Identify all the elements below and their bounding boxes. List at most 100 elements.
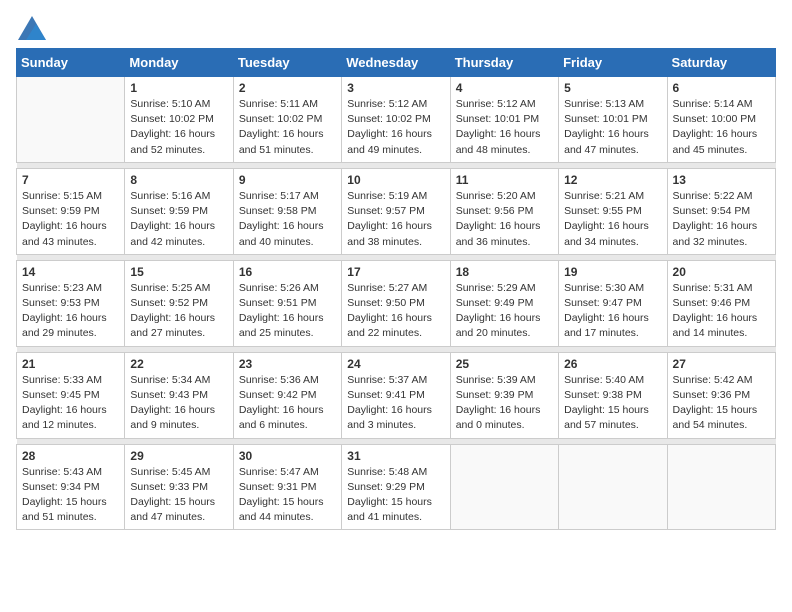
day-number: 23 [239,357,336,371]
day-number: 30 [239,449,336,463]
day-number: 1 [130,81,227,95]
day-cell: 12Sunrise: 5:21 AM Sunset: 9:55 PM Dayli… [559,168,667,254]
day-info: Sunrise: 5:40 AM Sunset: 9:38 PM Dayligh… [564,373,661,434]
day-cell: 23 Sunrise: 5:36 AM Sunset: 9:42 PM Dayli… [233,352,341,438]
day-number: 4 [456,81,553,95]
day-number: 27 [673,357,770,371]
day-cell: 3 Sunrise: 5:12 AM Sunset: 10:02 PM Dayli… [342,77,450,163]
day-number: 17 [347,265,444,279]
day-cell: 16 Sunrise: 5:26 AM Sunset: 9:51 PM Dayli… [233,260,341,346]
logo [16,16,46,40]
day-info: Sunrise: 5:42 AM Sunset: 9:36 PM Dayligh… [673,373,770,434]
day-cell: 20Sunrise: 5:31 AM Sunset: 9:46 PM Dayli… [667,260,775,346]
day-number: 9 [239,173,336,187]
day-number: 5 [564,81,661,95]
day-info: Sunrise: 5:25 AM Sunset: 9:52 PM Dayligh… [130,281,227,342]
day-number: 3 [347,81,444,95]
day-cell: 26 Sunrise: 5:40 AM Sunset: 9:38 PM Dayli… [559,352,667,438]
week-row-5: 28 Sunrise: 5:43 AM Sunset: 9:34 PM Dayli… [17,444,776,530]
day-cell: 4Sunrise: 5:12 AM Sunset: 10:01 PM Dayli… [450,77,558,163]
day-cell: 18 Sunrise: 5:29 AM Sunset: 9:49 PM Dayli… [450,260,558,346]
day-info: Sunrise: 5:17 AM Sunset: 9:58 PM Dayligh… [239,189,336,250]
day-number: 15 [130,265,227,279]
day-info: Sunrise: 5:27 AM Sunset: 9:50 PM Dayligh… [347,281,444,342]
day-cell: 13 Sunrise: 5:22 AM Sunset: 9:54 PM Dayli… [667,168,775,254]
day-info: Sunrise: 5:26 AM Sunset: 9:51 PM Dayligh… [239,281,336,342]
day-cell: 25 Sunrise: 5:39 AM Sunset: 9:39 PM Dayli… [450,352,558,438]
day-cell: 6 Sunrise: 5:14 AM Sunset: 10:00 PM Dayli… [667,77,775,163]
day-cell: 21 Sunrise: 5:33 AM Sunset: 9:45 PM Dayli… [17,352,125,438]
day-cell: 7 Sunrise: 5:15 AM Sunset: 9:59 PM Daylig… [17,168,125,254]
day-info: Sunrise: 5:37 AM Sunset: 9:41 PM Dayligh… [347,373,444,434]
day-number: 21 [22,357,119,371]
day-info: Sunrise: 5:16 AM Sunset: 9:59 PM Dayligh… [130,189,227,250]
day-cell: 1 Sunrise: 5:10 AM Sunset: 10:02 PM Dayli… [125,77,233,163]
day-cell: 24 Sunrise: 5:37 AM Sunset: 9:41 PM Dayli… [342,352,450,438]
header [16,16,776,40]
day-info: Sunrise: 5:39 AM Sunset: 9:39 PM Dayligh… [456,373,553,434]
day-number: 29 [130,449,227,463]
weekday-header-tuesday: Tuesday [233,49,341,77]
day-cell [450,444,558,530]
day-number: 26 [564,357,661,371]
day-number: 6 [673,81,770,95]
day-cell: 5 Sunrise: 5:13 AM Sunset: 10:01 PM Dayli… [559,77,667,163]
day-info: Sunrise: 5:12 AM Sunset: 10:02 PM Daylig… [347,97,444,158]
day-cell: 11Sunrise: 5:20 AM Sunset: 9:56 PM Dayli… [450,168,558,254]
day-cell: 28 Sunrise: 5:43 AM Sunset: 9:34 PM Dayli… [17,444,125,530]
day-number: 18 [456,265,553,279]
day-info: Sunrise: 5:15 AM Sunset: 9:59 PM Dayligh… [22,189,119,250]
day-info: Sunrise: 5:30 AM Sunset: 9:47 PM Dayligh… [564,281,661,342]
day-cell: 22 Sunrise: 5:34 AM Sunset: 9:43 PM Dayli… [125,352,233,438]
day-cell: 31 Sunrise: 5:48 AM Sunset: 9:29 PM Dayli… [342,444,450,530]
day-info: Sunrise: 5:13 AM Sunset: 10:01 PM Daylig… [564,97,661,158]
day-cell: 10Sunrise: 5:19 AM Sunset: 9:57 PM Dayli… [342,168,450,254]
week-row-1: 1 Sunrise: 5:10 AM Sunset: 10:02 PM Dayli… [17,77,776,163]
day-number: 19 [564,265,661,279]
day-number: 13 [673,173,770,187]
day-number: 20 [673,265,770,279]
day-cell: 29 Sunrise: 5:45 AM Sunset: 9:33 PM Dayli… [125,444,233,530]
weekday-header-wednesday: Wednesday [342,49,450,77]
logo-icon [18,16,46,40]
day-number: 22 [130,357,227,371]
day-info: Sunrise: 5:34 AM Sunset: 9:43 PM Dayligh… [130,373,227,434]
day-info: Sunrise: 5:47 AM Sunset: 9:31 PM Dayligh… [239,465,336,526]
day-cell: 14Sunrise: 5:23 AM Sunset: 9:53 PM Dayli… [17,260,125,346]
day-number: 28 [22,449,119,463]
day-number: 31 [347,449,444,463]
weekday-header-thursday: Thursday [450,49,558,77]
day-info: Sunrise: 5:48 AM Sunset: 9:29 PM Dayligh… [347,465,444,526]
day-cell: 2 Sunrise: 5:11 AM Sunset: 10:02 PM Dayli… [233,77,341,163]
day-number: 24 [347,357,444,371]
day-cell: 30 Sunrise: 5:47 AM Sunset: 9:31 PM Dayli… [233,444,341,530]
day-info: Sunrise: 5:45 AM Sunset: 9:33 PM Dayligh… [130,465,227,526]
day-cell [559,444,667,530]
day-number: 14 [22,265,119,279]
day-number: 10 [347,173,444,187]
week-row-4: 21 Sunrise: 5:33 AM Sunset: 9:45 PM Dayli… [17,352,776,438]
weekday-header-row: SundayMondayTuesdayWednesdayThursdayFrid… [17,49,776,77]
day-cell [667,444,775,530]
day-cell: 17 Sunrise: 5:27 AM Sunset: 9:50 PM Dayli… [342,260,450,346]
day-number: 7 [22,173,119,187]
day-number: 25 [456,357,553,371]
day-number: 2 [239,81,336,95]
day-info: Sunrise: 5:21 AM Sunset: 9:55 PM Dayligh… [564,189,661,250]
day-info: Sunrise: 5:43 AM Sunset: 9:34 PM Dayligh… [22,465,119,526]
day-info: Sunrise: 5:33 AM Sunset: 9:45 PM Dayligh… [22,373,119,434]
day-cell: 15 Sunrise: 5:25 AM Sunset: 9:52 PM Dayli… [125,260,233,346]
week-row-2: 7 Sunrise: 5:15 AM Sunset: 9:59 PM Daylig… [17,168,776,254]
day-info: Sunrise: 5:22 AM Sunset: 9:54 PM Dayligh… [673,189,770,250]
weekday-header-sunday: Sunday [17,49,125,77]
day-info: Sunrise: 5:10 AM Sunset: 10:02 PM Daylig… [130,97,227,158]
day-cell: 8Sunrise: 5:16 AM Sunset: 9:59 PM Daylig… [125,168,233,254]
day-info: Sunrise: 5:29 AM Sunset: 9:49 PM Dayligh… [456,281,553,342]
day-info: Sunrise: 5:11 AM Sunset: 10:02 PM Daylig… [239,97,336,158]
day-number: 16 [239,265,336,279]
day-info: Sunrise: 5:36 AM Sunset: 9:42 PM Dayligh… [239,373,336,434]
day-cell: 9 Sunrise: 5:17 AM Sunset: 9:58 PM Daylig… [233,168,341,254]
day-info: Sunrise: 5:20 AM Sunset: 9:56 PM Dayligh… [456,189,553,250]
day-cell: 19 Sunrise: 5:30 AM Sunset: 9:47 PM Dayli… [559,260,667,346]
day-info: Sunrise: 5:14 AM Sunset: 10:00 PM Daylig… [673,97,770,158]
